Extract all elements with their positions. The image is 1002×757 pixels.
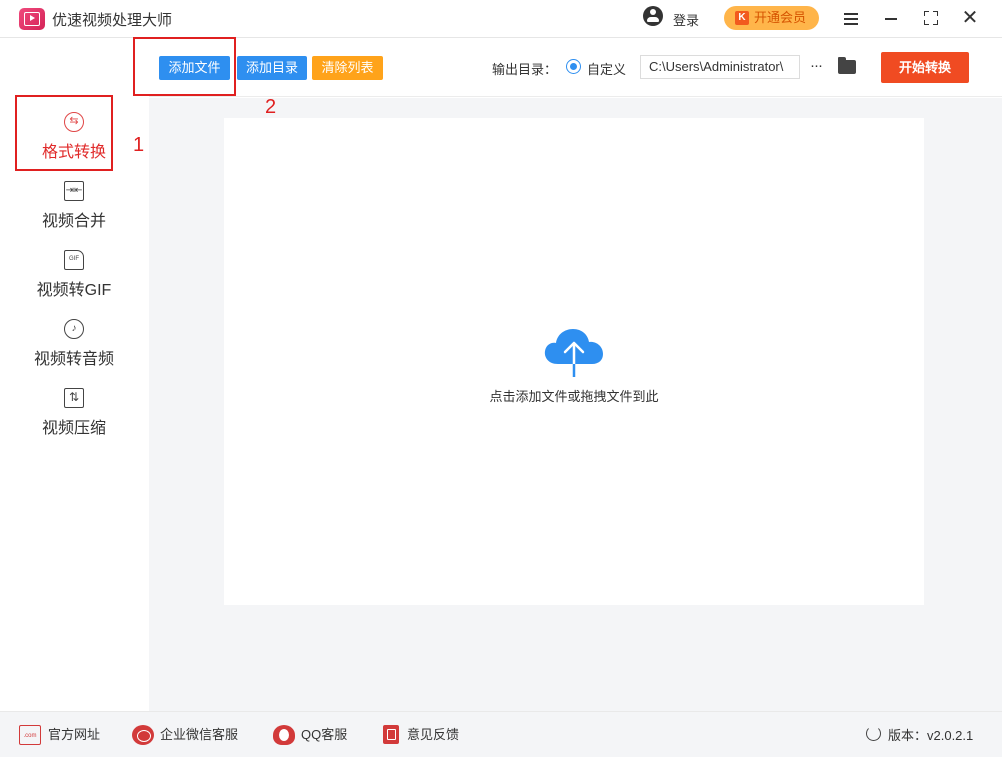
sidebar-item-label: 视频转音频 [33,351,114,368]
qq-label: QQ客服 [301,727,348,742]
custom-radio-label[interactable]: 自定义 [587,59,626,78]
file-dropzone[interactable]: 点击添加文件或拖拽文件到此 [224,118,924,605]
app-title: 优速视频处理大师 [52,12,173,29]
feedback-link[interactable]: 意见反馈 [381,725,471,747]
start-convert-button[interactable]: 开始转换 [881,52,969,83]
sidebar-item-label: 视频转GIF [36,282,112,299]
custom-radio[interactable] [566,59,581,74]
sidebar-item-video-to-audio[interactable]: ♪ 视频转音频 [16,319,132,369]
maximize-icon[interactable] [919,6,943,30]
close-icon[interactable]: ✕ [958,6,982,30]
vip-badge-icon: K [735,11,749,25]
qq-icon [273,725,295,745]
content-area: 点击添加文件或拖拽文件到此 [149,98,1002,711]
website-icon: .com [19,725,41,745]
sidebar-item-video-to-gif[interactable]: GIF 视频转GIF [16,250,132,300]
cloud-upload-icon [544,329,603,377]
toolbar: 添加文件 添加目录 清除列表 输出目录： 自定义 C:\Users\Admini… [149,39,1002,97]
sidebar-item-video-compress[interactable]: ⇅ 视频压缩 [16,388,132,438]
menu-icon[interactable] [839,6,863,30]
vip-button[interactable]: K 开通会员 [724,6,819,30]
annotation-number-1: 1 [133,134,145,156]
output-dir-label: 输出目录： [492,62,558,77]
footer: .com 官方网址 企业微信客服 QQ客服 意见反馈 [0,711,1002,757]
qq-service-link[interactable]: QQ客服 [273,725,358,747]
website-link[interactable]: .com 官方网址 [19,725,109,747]
folder-icon[interactable] [838,57,856,74]
annotation-box-2 [133,37,236,96]
annotation-number-2: 2 [265,96,277,118]
login-link[interactable]: 登录 [673,10,699,29]
feedback-label: 意见反馈 [407,727,460,742]
version-label: 版本：v2.0.2.1 [888,728,974,743]
wecom-service-link[interactable]: 企业微信客服 [132,725,252,747]
sidebar-item-label: 视频合并 [41,213,106,230]
user-icon[interactable] [643,6,663,26]
feedback-icon [383,725,399,744]
output-path-field[interactable]: C:\Users\Administrator\ [640,55,800,79]
sidebar-item-video-merge[interactable]: ⇥⇤ 视频合并 [16,181,132,231]
wecom-label: 企业微信客服 [160,727,239,742]
refresh-icon[interactable] [866,726,881,741]
annotation-box-1 [15,95,113,171]
compress-icon: ⇅ [64,388,84,408]
app-logo-icon [19,8,45,30]
gif-file-icon: GIF [64,250,84,270]
clear-list-button[interactable]: 清除列表 [312,56,383,80]
website-label: 官方网址 [48,727,101,742]
vip-label: 开通会员 [754,10,807,25]
more-icon[interactable]: ··· [806,54,826,78]
title-bar: 优速视频处理大师 登录 K 开通会员 ✕ [0,0,1002,38]
video-merge-icon: ⇥⇤ [64,181,84,201]
wecom-icon [132,725,154,745]
sidebar-item-label: 视频压缩 [41,420,106,437]
drop-hint-text: 点击添加文件或拖拽文件到此 [489,389,659,404]
minimize-icon[interactable] [879,6,903,30]
add-directory-button[interactable]: 添加目录 [237,56,307,80]
audio-icon: ♪ [64,319,84,339]
